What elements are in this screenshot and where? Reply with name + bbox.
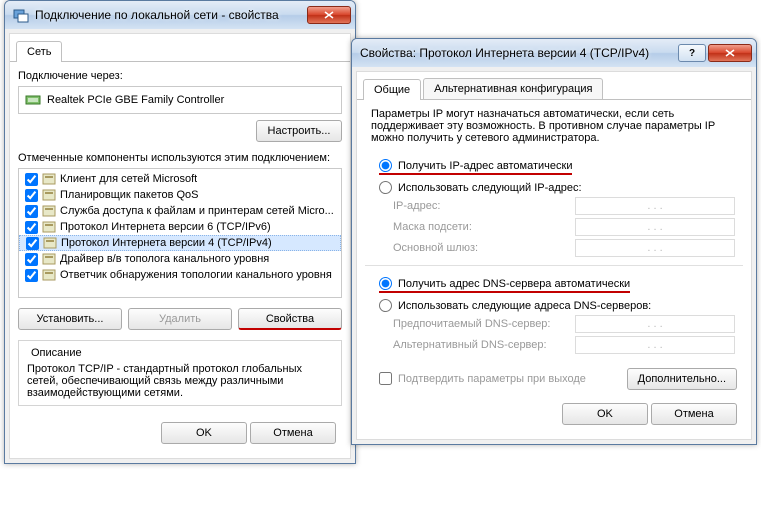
titlebar[interactable]: Подключение по локальной сети - свойства — [5, 1, 355, 29]
tab-strip: Сеть — [10, 34, 350, 62]
validate-row: Подтвердить параметры при выходе — [379, 372, 586, 385]
component-checkbox[interactable] — [25, 253, 38, 266]
close-button[interactable] — [307, 6, 351, 24]
ip-field-row: IP-адрес: . . . — [393, 197, 743, 215]
gw-input[interactable]: . . . — [575, 239, 735, 257]
connect-via-label: Подключение через: — [18, 70, 342, 82]
ok-button[interactable]: OK — [161, 422, 247, 444]
component-label: Протокол Интернета версии 6 (TCP/IPv6) — [60, 221, 271, 233]
component-label: Служба доступа к файлам и принтерам сете… — [60, 205, 334, 217]
properties-button[interactable]: Свойства — [238, 308, 342, 330]
window-title: Свойства: Протокол Интернета версии 4 (T… — [360, 46, 678, 60]
dns2-label: Альтернативный DNS-сервер: — [393, 339, 575, 351]
component-checkbox[interactable] — [25, 205, 38, 218]
protocol-icon — [42, 172, 56, 186]
validate-checkbox[interactable] — [379, 372, 392, 385]
component-label: Клиент для сетей Microsoft — [60, 173, 197, 185]
ip-label: IP-адрес: — [393, 200, 575, 212]
description-body: Протокол TCP/IP - стандартный протокол г… — [27, 363, 333, 399]
titlebar[interactable]: Свойства: Протокол Интернета версии 4 (T… — [352, 39, 756, 67]
tab-strip: Общие Альтернативная конфигурация — [357, 72, 751, 100]
component-item[interactable]: Протокол Интернета версии 6 (TCP/IPv6) — [19, 219, 341, 235]
ip-auto-radio[interactable] — [379, 159, 392, 172]
uninstall-button[interactable]: Удалить — [128, 308, 232, 330]
client-area: Общие Альтернативная конфигурация Параме… — [356, 71, 752, 440]
configure-button[interactable]: Настроить... — [256, 120, 342, 142]
ok-button[interactable]: OK — [562, 403, 648, 425]
dns-auto-row: Получить адрес DNS-сервера автоматически — [379, 277, 630, 293]
ip-input[interactable]: . . . — [575, 197, 735, 215]
component-label: Ответчик обнаружения топологии канальног… — [60, 269, 332, 281]
component-checkbox[interactable] — [25, 269, 38, 282]
dns-manual-label: Использовать следующие адреса DNS-сервер… — [398, 300, 651, 312]
tab-general[interactable]: Общие — [363, 79, 421, 100]
protocol-icon — [43, 236, 57, 250]
description-title: Описание — [27, 347, 86, 359]
install-button[interactable]: Установить... — [18, 308, 122, 330]
dns-auto-label: Получить адрес DNS-сервера автоматически — [398, 278, 630, 290]
component-checkbox[interactable] — [25, 189, 38, 202]
component-checkbox[interactable] — [25, 221, 38, 234]
advanced-button[interactable]: Дополнительно... — [627, 368, 737, 390]
gw-label: Основной шлюз: — [393, 242, 575, 254]
mask-input[interactable]: . . . — [575, 218, 735, 236]
ipv4-properties-window: Свойства: Протокол Интернета версии 4 (T… — [351, 38, 757, 445]
ip-manual-radio[interactable] — [379, 181, 392, 194]
component-label: Планировщик пакетов QoS — [60, 189, 199, 201]
gw-field-row: Основной шлюз: . . . — [393, 239, 743, 257]
dns1-field-row: Предпочитаемый DNS-сервер: . . . — [393, 315, 743, 333]
components-label: Отмеченные компоненты используются этим … — [18, 152, 342, 164]
component-item[interactable]: Клиент для сетей Microsoft — [19, 171, 341, 187]
component-item[interactable]: Планировщик пакетов QoS — [19, 187, 341, 203]
mask-field-row: Маска подсети: . . . — [393, 218, 743, 236]
dns2-field-row: Альтернативный DNS-сервер: . . . — [393, 336, 743, 354]
dns-auto-radio[interactable] — [379, 277, 392, 290]
description-group: Описание Протокол TCP/IP - стандартный п… — [18, 340, 342, 406]
lan-properties-window: Подключение по локальной сети - свойства… — [4, 0, 356, 464]
close-button[interactable] — [708, 44, 752, 62]
component-checkbox[interactable] — [25, 173, 38, 186]
dns1-label: Предпочитаемый DNS-сервер: — [393, 318, 575, 330]
dns-manual-row: Использовать следующие адреса DNS-сервер… — [379, 299, 743, 312]
ip-manual-row: Использовать следующий IP-адрес: — [379, 181, 743, 194]
adapter-box: Realtek PCIe GBE Family Controller — [18, 86, 342, 114]
component-item[interactable]: Протокол Интернета версии 4 (TCP/IPv4) — [19, 235, 341, 251]
component-label: Протокол Интернета версии 4 (TCP/IPv4) — [61, 237, 272, 249]
client-area: Сеть Подключение через: Realtek PCIe GBE… — [9, 33, 351, 459]
network-icon — [13, 7, 29, 23]
tab-network[interactable]: Сеть — [16, 41, 62, 62]
adapter-name: Realtek PCIe GBE Family Controller — [47, 94, 224, 106]
component-item[interactable]: Драйвер в/в тополога канального уровня — [19, 251, 341, 267]
component-item[interactable]: Служба доступа к файлам и принтерам сете… — [19, 203, 341, 219]
protocol-icon — [42, 220, 56, 234]
protocol-icon — [42, 252, 56, 266]
dns2-input[interactable]: . . . — [575, 336, 735, 354]
ip-auto-row: Получить IP-адрес автоматически — [379, 159, 572, 175]
component-label: Драйвер в/в тополога канального уровня — [60, 253, 269, 265]
protocol-icon — [42, 188, 56, 202]
cancel-button[interactable]: Отмена — [651, 403, 737, 425]
tab-alt-config[interactable]: Альтернативная конфигурация — [423, 78, 603, 99]
ip-manual-label: Использовать следующий IP-адрес: — [398, 182, 582, 194]
dialog-footer: OK Отмена — [18, 416, 342, 450]
adapter-icon — [25, 92, 41, 108]
help-button[interactable]: ? — [678, 44, 706, 62]
button-row: Установить... Удалить Свойства — [18, 308, 342, 330]
component-item[interactable]: Ответчик обнаружения топологии канальног… — [19, 267, 341, 283]
protocol-icon — [42, 204, 56, 218]
window-title: Подключение по локальной сети - свойства — [35, 8, 307, 22]
protocol-icon — [42, 268, 56, 282]
dialog-footer: OK Отмена — [365, 397, 743, 431]
info-text: Параметры IP могут назначаться автоматич… — [371, 108, 737, 144]
cancel-button[interactable]: Отмена — [250, 422, 336, 444]
component-checkbox[interactable] — [26, 237, 39, 250]
dns1-input[interactable]: . . . — [575, 315, 735, 333]
dns-manual-radio[interactable] — [379, 299, 392, 312]
validate-label: Подтвердить параметры при выходе — [398, 373, 586, 385]
components-list[interactable]: Клиент для сетей Microsoft Планировщик па… — [18, 168, 342, 298]
mask-label: Маска подсети: — [393, 221, 575, 233]
ip-auto-label: Получить IP-адрес автоматически — [398, 160, 572, 172]
